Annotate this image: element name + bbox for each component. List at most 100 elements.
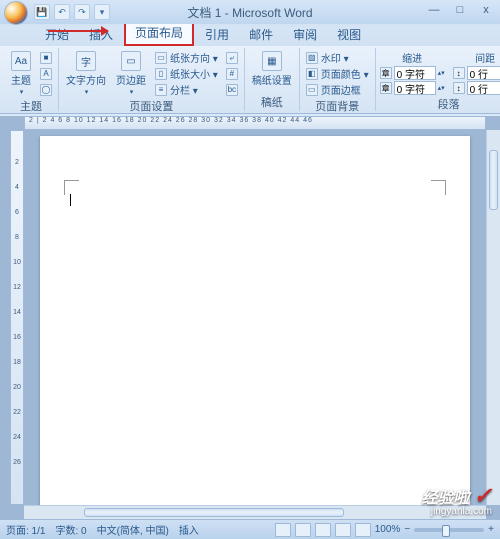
spacing-header: 间距 [453, 50, 500, 65]
theme-fonts-button[interactable]: A [38, 66, 54, 81]
fonts-icon: A [40, 68, 52, 80]
save-icon[interactable]: 💾 [34, 4, 50, 20]
spacing-after-spinner[interactable]: ↕▴▾ [453, 81, 500, 95]
close-button[interactable]: x [476, 2, 496, 18]
minimize-button[interactable]: — [424, 2, 444, 18]
group-label-themes: 主题 [8, 97, 54, 115]
tab-references[interactable]: 引用 [196, 23, 238, 46]
stepper-icon[interactable]: ▴▾ [438, 69, 445, 77]
scrollbar-thumb[interactable] [84, 508, 344, 517]
status-words[interactable]: 字数: 0 [55, 522, 86, 537]
tab-review[interactable]: 审阅 [284, 23, 326, 46]
size-button[interactable]: ▯纸张大小 ▾ [153, 66, 220, 81]
group-label-manuscript: 稿纸 [249, 93, 295, 111]
group-themes: Aa 主题 ▾ ■ A ◯ 主题 [4, 48, 59, 111]
document-page[interactable] [40, 136, 470, 505]
view-draft-button[interactable] [355, 523, 371, 537]
margins-button[interactable]: ▭ 页边距 ▾ [113, 50, 149, 97]
office-button[interactable] [4, 1, 28, 25]
ribbon: Aa 主题 ▾ ■ A ◯ 主题 字 文字方向 ▾ [0, 46, 500, 114]
stepper-icon[interactable]: ▴▾ [438, 84, 445, 92]
group-label-paragraph: 段落 [380, 95, 500, 113]
app-window: 💾 ↶ ↷ ▾ 文档 1 - Microsoft Word — □ x 开始 插… [0, 0, 500, 539]
chevron-down-icon: ▾ [85, 88, 89, 96]
breaks-button[interactable]: ⤶ [224, 50, 240, 65]
breaks-icon: ⤶ [226, 52, 238, 64]
effects-icon: ◯ [40, 84, 52, 96]
group-label-page-setup: 页面设置 [63, 97, 240, 115]
line-numbers-icon: # [226, 68, 238, 80]
manuscript-button[interactable]: ▦ 稿纸设置 [249, 50, 295, 88]
quick-access-toolbar: 💾 ↶ ↷ ▾ [34, 4, 110, 20]
tab-view[interactable]: 视图 [328, 23, 370, 46]
maximize-button[interactable]: □ [450, 2, 470, 18]
text-direction-icon: 字 [76, 51, 96, 71]
text-cursor [70, 194, 71, 206]
zoom-in-button[interactable]: + [488, 524, 494, 535]
status-mode[interactable]: 插入 [179, 522, 199, 537]
tab-mailings[interactable]: 邮件 [240, 23, 282, 46]
status-bar: 页面: 1/1 字数: 0 中文(简体, 中国) 插入 100% − + [0, 519, 500, 539]
indent-right-spinner[interactable]: 章 ▴▾ [380, 81, 445, 95]
view-fullscreen-button[interactable] [295, 523, 311, 537]
zoom-level[interactable]: 100% [375, 524, 401, 535]
size-icon: ▯ [155, 68, 167, 80]
theme-effects-button[interactable]: ◯ [38, 82, 54, 97]
spacing-before-spinner[interactable]: ↕▴▾ [453, 66, 500, 80]
chevron-down-icon: ▾ [20, 88, 24, 96]
indent-left-input[interactable] [394, 66, 436, 80]
status-page[interactable]: 页面: 1/1 [6, 522, 45, 537]
qat-more-icon[interactable]: ▾ [94, 4, 110, 20]
watermark-button[interactable]: ▨水印 ▾ [304, 50, 371, 65]
indent-right-icon: 章 [380, 82, 392, 94]
page-color-icon: ◧ [306, 68, 318, 80]
view-outline-button[interactable] [335, 523, 351, 537]
colors-icon: ■ [40, 52, 52, 64]
annotation-arrow [48, 30, 108, 32]
group-page-setup: 字 文字方向 ▾ ▭ 页边距 ▾ ▭纸张方向 ▾ ▯纸张大小 ▾ ≡分栏 ▾ ⤶… [59, 48, 245, 111]
view-web-button[interactable] [315, 523, 331, 537]
vertical-ruler[interactable]: 2 4 6 8 10 12 14 16 18 20 22 24 26 [10, 130, 24, 505]
zoom-slider[interactable] [414, 528, 484, 532]
group-manuscript: ▦ 稿纸设置 稿纸 [245, 48, 300, 111]
horizontal-ruler[interactable]: 2 | 2 4 6 8 10 12 14 16 18 20 22 24 26 2… [24, 116, 486, 130]
hyphenation-button[interactable]: bc [224, 82, 240, 97]
orientation-button[interactable]: ▭纸张方向 ▾ [153, 50, 220, 65]
vertical-scrollbar[interactable] [486, 130, 500, 505]
status-language[interactable]: 中文(简体, 中国) [97, 522, 169, 537]
page-border-icon: ▭ [306, 84, 318, 96]
watermark-url: jingyanla.com [431, 507, 492, 517]
scrollbar-thumb[interactable] [489, 150, 498, 210]
themes-icon: Aa [11, 51, 31, 71]
zoom-out-button[interactable]: − [404, 524, 410, 535]
hyphenation-icon: bc [226, 84, 238, 96]
watermark-overlay: 经验啦✓ jingyanla.com [422, 485, 492, 517]
check-icon: ✓ [474, 483, 492, 508]
group-paragraph: 缩进 章▴▾ 章▴▾ 间距 ↕▴▾ ↕▴▾ 段落 [376, 48, 500, 111]
document-area: 2 | 2 4 6 8 10 12 14 16 18 20 22 24 26 2… [0, 116, 500, 519]
undo-icon[interactable]: ↶ [54, 4, 70, 20]
page-border-button[interactable]: ▭页面边框 [304, 82, 371, 97]
group-page-background: ▨水印 ▾ ◧页面颜色 ▾ ▭页面边框 页面背景 [300, 48, 376, 111]
text-direction-button[interactable]: 字 文字方向 ▾ [63, 50, 109, 97]
indent-right-input[interactable] [394, 81, 436, 95]
line-numbers-button[interactable]: # [224, 66, 240, 81]
spacing-before-input[interactable] [467, 66, 500, 80]
page-color-button[interactable]: ◧页面颜色 ▾ [304, 66, 371, 81]
indent-left-spinner[interactable]: 章▴▾ [380, 66, 445, 80]
theme-colors-button[interactable]: ■ [38, 50, 54, 65]
spacing-after-icon: ↕ [453, 82, 465, 94]
columns-icon: ≡ [155, 84, 167, 96]
watermark-icon: ▨ [306, 52, 318, 64]
page-viewport[interactable] [24, 130, 486, 505]
window-controls: — □ x [424, 2, 496, 18]
themes-button[interactable]: Aa 主题 ▾ [8, 50, 34, 97]
horizontal-scrollbar[interactable] [24, 505, 486, 519]
redo-icon[interactable]: ↷ [74, 4, 90, 20]
spacing-after-input[interactable] [467, 81, 500, 95]
themes-label: 主题 [11, 72, 31, 87]
view-print-layout-button[interactable] [275, 523, 291, 537]
chevron-down-icon: ▾ [130, 88, 134, 96]
columns-button[interactable]: ≡分栏 ▾ [153, 82, 220, 97]
tab-home[interactable]: 开始 [36, 23, 78, 46]
